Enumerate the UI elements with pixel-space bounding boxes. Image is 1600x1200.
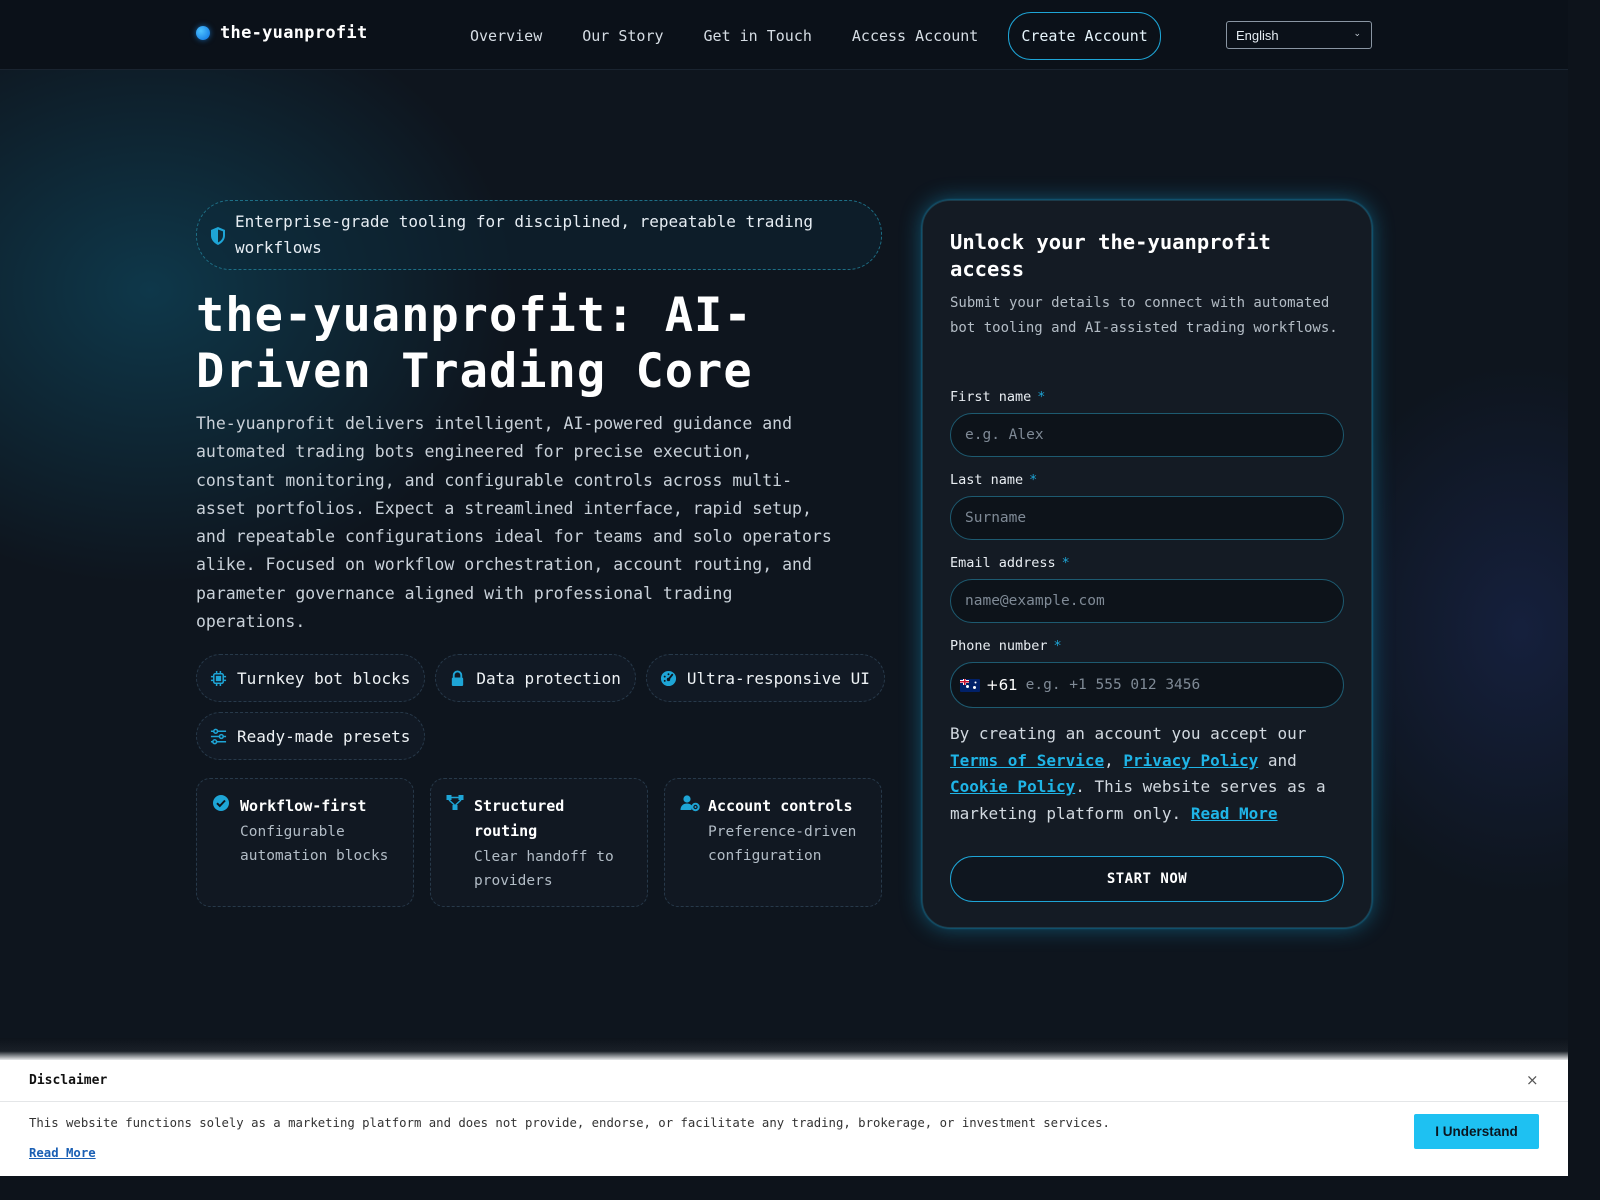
required-marker: * <box>1037 389 1046 405</box>
gauge-icon <box>660 670 676 686</box>
label-text: First name <box>950 389 1032 405</box>
nav-overview[interactable]: Overview <box>450 13 562 59</box>
last-name-group: Last name * <box>950 472 1344 540</box>
chip-label: Turnkey bot blocks <box>237 668 411 688</box>
privacy-link[interactable]: Privacy Policy <box>1123 751 1258 770</box>
email-group: Email address * <box>950 555 1344 623</box>
close-icon[interactable]: × <box>1526 1071 1539 1089</box>
diagram-icon <box>446 795 464 810</box>
disclaimer-shadow <box>0 1038 1568 1060</box>
australia-flag-icon[interactable] <box>960 678 980 692</box>
disclaimer-header: Disclaimer × <box>0 1060 1568 1102</box>
signup-subtitle: Submit your details to connect with auto… <box>950 295 1338 336</box>
logo-dot-icon <box>196 26 210 40</box>
card-title: Structured routing <box>474 797 565 840</box>
first-name-group: First name * <box>950 389 1344 457</box>
i-understand-button[interactable]: I Understand <box>1414 1114 1539 1149</box>
create-account-button[interactable]: Create Account <box>1008 12 1161 60</box>
hero-description: The-yuanprofit delivers intelligent, AI-… <box>196 414 832 632</box>
disclaimer-title: Disclaimer <box>29 1073 108 1088</box>
brand-logo[interactable]: the-yuanprofit <box>196 23 368 43</box>
cookie-link[interactable]: Cookie Policy <box>950 777 1075 796</box>
phone-field: +61 <box>950 662 1344 708</box>
signup-panel: Unlock your the-yuanprofit access Submit… <box>922 200 1372 928</box>
top-navbar: the-yuanprofit Overview Our Story Get in… <box>0 0 1568 70</box>
phone-input[interactable] <box>1023 665 1343 705</box>
first-name-input[interactable] <box>950 413 1344 457</box>
nav-access-account[interactable]: Access Account <box>832 13 998 59</box>
chip-data-protection: Data protection <box>435 654 636 702</box>
required-marker: * <box>1053 638 1062 654</box>
chip-ready-made-presets: Ready-made presets <box>196 712 426 760</box>
first-name-label: First name * <box>950 389 1344 407</box>
dial-code[interactable]: +61 <box>986 676 1018 694</box>
hero-badge: Enterprise-grade tooling for disciplined… <box>196 200 882 270</box>
user-gear-icon <box>680 795 700 812</box>
card-workflow-first: Workflow-first Configurable automation b… <box>196 778 414 907</box>
nav-our-story[interactable]: Our Story <box>562 13 683 59</box>
legal-text: By creating an account you accept our <box>950 724 1307 743</box>
card-description: Clear handoff to providers <box>474 849 614 889</box>
terms-link[interactable]: Terms of Service <box>950 751 1104 770</box>
disclaimer-banner: Disclaimer × This website functions sole… <box>0 1060 1568 1176</box>
card-description: Preference-driven configuration <box>708 824 857 864</box>
brand-name: the-yuanprofit <box>220 23 368 43</box>
required-marker: * <box>1029 472 1038 488</box>
legal-notice: By creating an account you accept our Te… <box>950 721 1350 827</box>
shield-icon <box>211 227 225 245</box>
chevron-down-icon: ⌄ <box>1353 28 1361 38</box>
chip-ultra-responsive-ui: Ultra-responsive UI <box>645 654 885 702</box>
chip-label: Data protection <box>476 668 621 688</box>
phone-group: Phone number * +61 <box>950 638 1344 708</box>
sliders-icon <box>210 728 227 744</box>
legal-text: and <box>1267 750 1297 770</box>
nav-get-in-touch[interactable]: Get in Touch <box>684 13 832 59</box>
feature-cards: Workflow-first Configurable automation b… <box>196 778 882 907</box>
chip-label: Ready-made presets <box>237 726 411 746</box>
chip-label: Ultra-responsive UI <box>686 668 870 688</box>
disclaimer-text: This website functions solely as a marke… <box>29 1116 1110 1130</box>
card-description: Configurable automation blocks <box>240 824 389 864</box>
language-select[interactable]: English ⌄ <box>1226 21 1372 49</box>
last-name-input[interactable] <box>950 496 1344 540</box>
card-structured-routing: Structured routing Clear handoff to prov… <box>430 778 648 907</box>
card-account-controls: Account controls Preference-driven confi… <box>664 778 882 907</box>
label-text: Phone number <box>950 638 1048 654</box>
start-now-button[interactable]: START NOW <box>950 856 1344 902</box>
signup-title: Unlock your the-yuanprofit access <box>950 230 1271 281</box>
phone-label: Phone number * <box>950 638 1344 656</box>
label-text: Last name <box>950 472 1024 488</box>
check-circle-icon <box>213 795 229 811</box>
legal-text: , <box>1104 750 1114 770</box>
label-text: Email address <box>950 555 1056 571</box>
lock-icon <box>452 669 464 686</box>
required-marker: * <box>1061 555 1070 571</box>
card-title: Workflow-first <box>240 797 367 815</box>
hero-title: the-yuanprofit: AI-Driven Trading Core <box>196 288 753 399</box>
language-value: English <box>1236 27 1279 43</box>
chip-turnkey-bot-blocks: Turnkey bot blocks <box>196 654 426 702</box>
card-title: Account controls <box>708 797 853 815</box>
disclaimer-read-more-link[interactable]: Read More <box>29 1146 96 1160</box>
email-input[interactable] <box>950 579 1344 623</box>
email-label: Email address * <box>950 555 1344 573</box>
chip-icon <box>210 670 227 686</box>
last-name-label: Last name * <box>950 472 1344 490</box>
main-nav: Overview Our Story Get in Touch Access A… <box>450 12 1161 60</box>
feature-chips: Turnkey bot blocks Data protection Ultra… <box>196 654 886 760</box>
read-more-link[interactable]: Read More <box>1191 804 1278 823</box>
hero-badge-text: Enterprise-grade tooling for disciplined… <box>235 212 813 257</box>
